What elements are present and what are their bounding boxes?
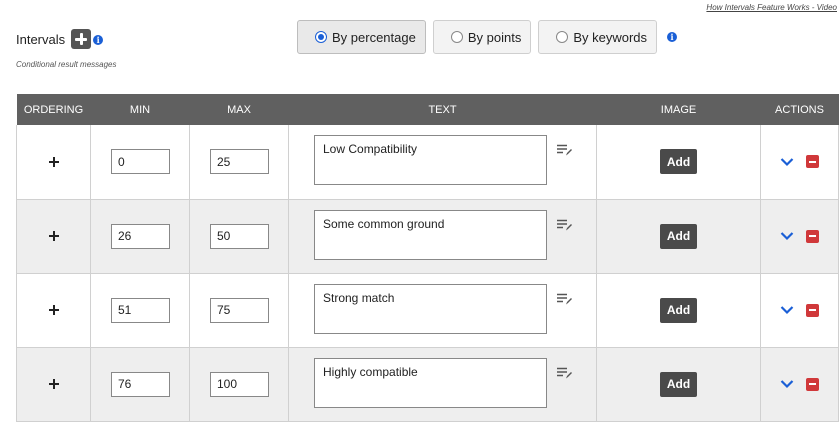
actions-cell [760,272,839,348]
min-input[interactable] [111,223,170,249]
min-input[interactable] [111,297,170,323]
move-arrows-icon[interactable] [48,304,60,316]
chevron-down-icon[interactable] [780,379,794,389]
add-image-button[interactable]: Add [660,371,697,397]
intervals-subtitle: Conditional result messages [16,60,117,69]
max-cell [189,125,289,200]
result-text-input[interactable]: Strong match [314,283,547,334]
text-cell: Strong match [288,272,597,348]
edit-text-icon[interactable] [557,293,573,305]
intervals-table: ORDERING MIN MAX TEXT IMAGE ACTIONS Low … [16,94,839,422]
column-header-image: IMAGE [596,94,761,125]
intervals-header: Intervals i [16,29,104,49]
max-input[interactable] [210,149,269,175]
remove-row-button[interactable] [806,155,819,169]
max-input[interactable] [210,223,269,249]
help-video-link[interactable]: How Intervals Feature Works - Video [706,3,837,12]
min-input[interactable] [111,149,170,175]
remove-row-button[interactable] [806,303,819,317]
text-cell: Highly compatible [288,346,597,422]
row-actions [761,377,838,391]
edit-text-icon[interactable] [557,219,573,231]
info-icon[interactable]: i [667,32,678,42]
ordering-cell [16,272,91,348]
table-row: Highly compatible Add [16,346,839,422]
move-arrows-icon[interactable] [48,156,60,168]
add-image-button[interactable]: Add [660,297,697,323]
radio-icon [315,31,327,43]
max-cell [189,198,289,274]
table-row: Some common ground Add [16,198,839,274]
actions-cell [760,198,839,274]
edit-text-icon[interactable] [557,367,573,379]
remove-row-button[interactable] [806,229,819,243]
mode-label: By percentage [332,29,416,45]
add-image-button[interactable]: Add [660,149,697,175]
text-cell: Low Compatibility [288,125,597,200]
mode-by-percentage[interactable]: By percentage [297,20,426,54]
actions-cell [760,346,839,422]
mode-by-points[interactable]: By points [432,20,532,54]
add-interval-button[interactable] [71,29,92,49]
min-input[interactable] [111,371,170,397]
max-input[interactable] [210,371,269,397]
column-header-ordering: ORDERING [16,94,91,125]
table-row: Strong match Add [16,272,839,348]
move-arrows-icon[interactable] [48,230,60,242]
result-text-input[interactable]: Low Compatibility [314,135,547,185]
table-header-row: ORDERING MIN MAX TEXT IMAGE ACTIONS [16,94,839,125]
chevron-down-icon[interactable] [780,231,794,241]
column-header-actions: ACTIONS [760,94,839,125]
remove-row-button[interactable] [806,377,819,391]
image-cell: Add [596,198,761,274]
column-header-max: MAX [189,94,289,125]
mode-by-keywords[interactable]: By keywords [538,20,658,54]
add-image-button[interactable]: Add [660,223,697,249]
min-cell [90,125,190,200]
column-header-text: TEXT [288,94,597,125]
text-cell: Some common ground [288,198,597,274]
edit-text-icon[interactable] [557,144,573,156]
radio-icon [450,31,463,43]
actions-cell [760,125,839,200]
result-text-input[interactable]: Some common ground [314,209,547,260]
result-text-input[interactable]: Highly compatible [314,357,547,408]
info-icon[interactable]: i [93,35,104,45]
image-cell: Add [596,346,761,422]
ordering-cell [16,198,91,274]
intervals-title: Intervals [16,31,66,47]
row-actions [761,303,838,317]
column-header-min: MIN [90,94,190,125]
chevron-down-icon[interactable] [780,305,794,315]
max-input[interactable] [210,297,269,323]
min-cell [90,272,190,348]
max-cell [189,272,289,348]
row-actions [761,229,838,243]
move-arrows-icon[interactable] [48,378,60,390]
ordering-cell [16,346,91,422]
ordering-cell [16,125,91,200]
image-cell: Add [596,272,761,348]
min-cell [90,198,190,274]
mode-label: By points [467,29,522,45]
image-cell: Add [596,125,761,200]
radio-icon [556,31,569,43]
max-cell [189,346,289,422]
interval-mode-selector: By percentage By points By keywords i [297,20,678,54]
row-actions [761,155,838,169]
mode-label: By keywords [573,29,648,45]
chevron-down-icon[interactable] [780,157,794,167]
min-cell [90,346,190,422]
table-row: Low Compatibility Add [16,125,839,200]
